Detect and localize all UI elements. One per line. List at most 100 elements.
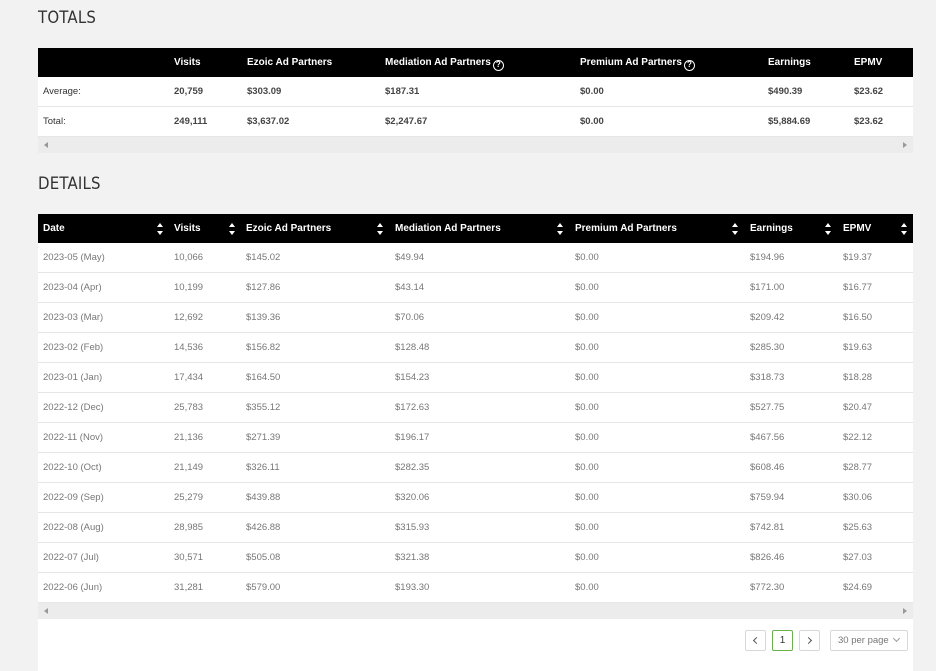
help-circle-icon[interactable]: ? bbox=[492, 60, 504, 71]
table-cell: $5,884.69 bbox=[768, 116, 811, 127]
table-cell: $22.12 bbox=[843, 432, 873, 443]
table-cell: $43.14 bbox=[395, 282, 425, 293]
pagination-bar: 1 30 per page bbox=[38, 619, 913, 671]
table-cell: $28.77 bbox=[843, 462, 873, 473]
table-row: 2023-01 (Jan) 17,434 $164.50 $154.23 $0.00 $3… bbox=[38, 363, 913, 393]
table-cell: $0.00 bbox=[575, 582, 599, 593]
table-cell: $742.81 bbox=[750, 522, 785, 533]
table-cell: 30,571 bbox=[174, 552, 204, 563]
table-cell: $128.48 bbox=[395, 342, 430, 353]
table-cell: $0.00 bbox=[575, 462, 599, 473]
sort-icon[interactable] bbox=[732, 223, 739, 235]
help-circle-icon[interactable]: ? bbox=[683, 60, 695, 71]
table-cell: $467.56 bbox=[750, 432, 785, 443]
page-button[interactable]: 1 bbox=[772, 630, 793, 651]
table-cell: 10,199 bbox=[174, 282, 204, 293]
totals-title: TOTALS bbox=[38, 8, 97, 28]
table-cell: $19.63 bbox=[843, 342, 873, 353]
totals-header: Visits Ezoic Ad Partners Mediation Ad Pa… bbox=[38, 48, 913, 77]
table-row: 2023-02 (Feb) 14,536 $156.82 $128.48 $0.00 $2… bbox=[38, 333, 913, 363]
table-cell: $187.31 bbox=[385, 86, 420, 97]
table-cell: $171.00 bbox=[750, 282, 785, 293]
chevron-down-icon bbox=[892, 634, 901, 643]
table-cell: $0.00 bbox=[580, 86, 604, 97]
table-cell: $505.08 bbox=[246, 552, 281, 563]
table-cell: $209.42 bbox=[750, 312, 785, 323]
table-cell: $321.38 bbox=[395, 552, 430, 563]
table-cell: 14,536 bbox=[174, 342, 204, 353]
table-cell: $0.00 bbox=[575, 522, 599, 533]
sort-icon[interactable] bbox=[229, 223, 236, 235]
table-cell: 2023-03 (Mar) bbox=[43, 312, 104, 323]
table-cell: $0.00 bbox=[575, 552, 599, 563]
details-header-ezoic[interactable]: Ezoic Ad Partners bbox=[246, 214, 331, 243]
details-header-date[interactable]: Date bbox=[43, 214, 65, 243]
table-row: 2022-11 (Nov) 21,136 $271.39 $196.17 $0.00 $4… bbox=[38, 423, 913, 453]
table-cell: $19.37 bbox=[843, 252, 873, 263]
table-cell: $196.17 bbox=[395, 432, 430, 443]
table-row: 2023-04 (Apr) 10,199 $127.86 $43.14 $0.00 $17… bbox=[38, 273, 913, 303]
table-cell: $194.96 bbox=[750, 252, 785, 263]
table-cell: $0.00 bbox=[575, 492, 599, 503]
details-header-mediation[interactable]: Mediation Ad Partners bbox=[395, 214, 501, 243]
totals-header-premium-label: Premium Ad Partners bbox=[580, 57, 682, 68]
table-cell: $527.75 bbox=[750, 402, 785, 413]
details-horizontal-scrollbar[interactable] bbox=[38, 603, 913, 619]
details-header-premium[interactable]: Premium Ad Partners bbox=[575, 214, 677, 243]
table-cell: $16.77 bbox=[843, 282, 873, 293]
per-page-value: 30 per page bbox=[838, 635, 889, 646]
sort-icon[interactable] bbox=[901, 223, 908, 235]
chevron-left-icon bbox=[752, 636, 761, 645]
table-cell: $0.00 bbox=[575, 402, 599, 413]
table-cell: 2022-08 (Aug) bbox=[43, 522, 104, 533]
per-page-select[interactable]: 30 per page bbox=[830, 630, 908, 651]
scroll-left-icon[interactable] bbox=[44, 608, 48, 614]
table-cell: 2022-07 (Jul) bbox=[43, 552, 99, 563]
table-row: 2022-08 (Aug) 28,985 $426.88 $315.93 $0.00 $7… bbox=[38, 513, 913, 543]
table-cell: $18.28 bbox=[843, 372, 873, 383]
table-cell: $27.03 bbox=[843, 552, 873, 563]
sort-icon[interactable] bbox=[157, 223, 164, 235]
details-header-epmv[interactable]: EPMV bbox=[843, 214, 871, 243]
table-cell: $318.73 bbox=[750, 372, 785, 383]
prev-page-button[interactable] bbox=[745, 630, 766, 651]
table-cell: 2023-01 (Jan) bbox=[43, 372, 103, 383]
table-row: 2022-12 (Dec) 25,783 $355.12 $172.63 $0.00 $5… bbox=[38, 393, 913, 423]
table-cell: $24.69 bbox=[843, 582, 873, 593]
sort-icon[interactable] bbox=[825, 223, 832, 235]
table-cell: $2,247.67 bbox=[385, 116, 428, 127]
table-row: 2023-05 (May) 10,066 $145.02 $49.94 $0.00 $19… bbox=[38, 243, 913, 273]
totals-header-epmv: EPMV bbox=[854, 57, 883, 68]
scroll-right-icon[interactable] bbox=[903, 142, 907, 148]
next-page-button[interactable] bbox=[799, 630, 820, 651]
table-cell: $315.93 bbox=[395, 522, 430, 533]
totals-horizontal-scrollbar[interactable] bbox=[38, 137, 913, 153]
sort-icon[interactable] bbox=[557, 223, 564, 235]
table-cell: $145.02 bbox=[246, 252, 281, 263]
sort-icon[interactable] bbox=[377, 223, 384, 235]
scroll-left-icon[interactable] bbox=[44, 142, 48, 148]
table-cell: 31,281 bbox=[174, 582, 204, 593]
table-cell: $759.94 bbox=[750, 492, 785, 503]
table-cell: $0.00 bbox=[575, 342, 599, 353]
table-cell: $25.63 bbox=[843, 522, 873, 533]
table-cell: 12,692 bbox=[174, 312, 204, 323]
table-row: 2022-10 (Oct) 21,149 $326.11 $282.35 $0.00 $6… bbox=[38, 453, 913, 483]
table-cell: $70.06 bbox=[395, 312, 425, 323]
table-cell: $320.06 bbox=[395, 492, 430, 503]
table-cell: $326.11 bbox=[246, 462, 280, 473]
details-header-visits[interactable]: Visits bbox=[174, 214, 201, 243]
table-cell: 20,759 bbox=[174, 86, 204, 97]
scroll-right-icon[interactable] bbox=[903, 608, 907, 614]
table-cell: $30.06 bbox=[843, 492, 873, 503]
table-row: Total: 249,111 $3,637.02 $2,247.67 $0.00 $5,8… bbox=[38, 107, 913, 137]
totals-header-premium: Premium Ad Partners? bbox=[580, 48, 695, 77]
table-cell: $193.30 bbox=[395, 582, 430, 593]
table-cell: $23.62 bbox=[854, 86, 884, 97]
totals-header-visits: Visits bbox=[174, 57, 201, 68]
details-header: Date Visits Ezoic Ad Partners Mediation … bbox=[38, 214, 913, 243]
table-row: 2022-06 (Jun) 31,281 $579.00 $193.30 $0.00 $7… bbox=[38, 573, 913, 603]
table-cell: $0.00 bbox=[575, 372, 599, 383]
totals-header-ezoic: Ezoic Ad Partners bbox=[247, 57, 333, 68]
details-header-earnings[interactable]: Earnings bbox=[750, 214, 793, 243]
